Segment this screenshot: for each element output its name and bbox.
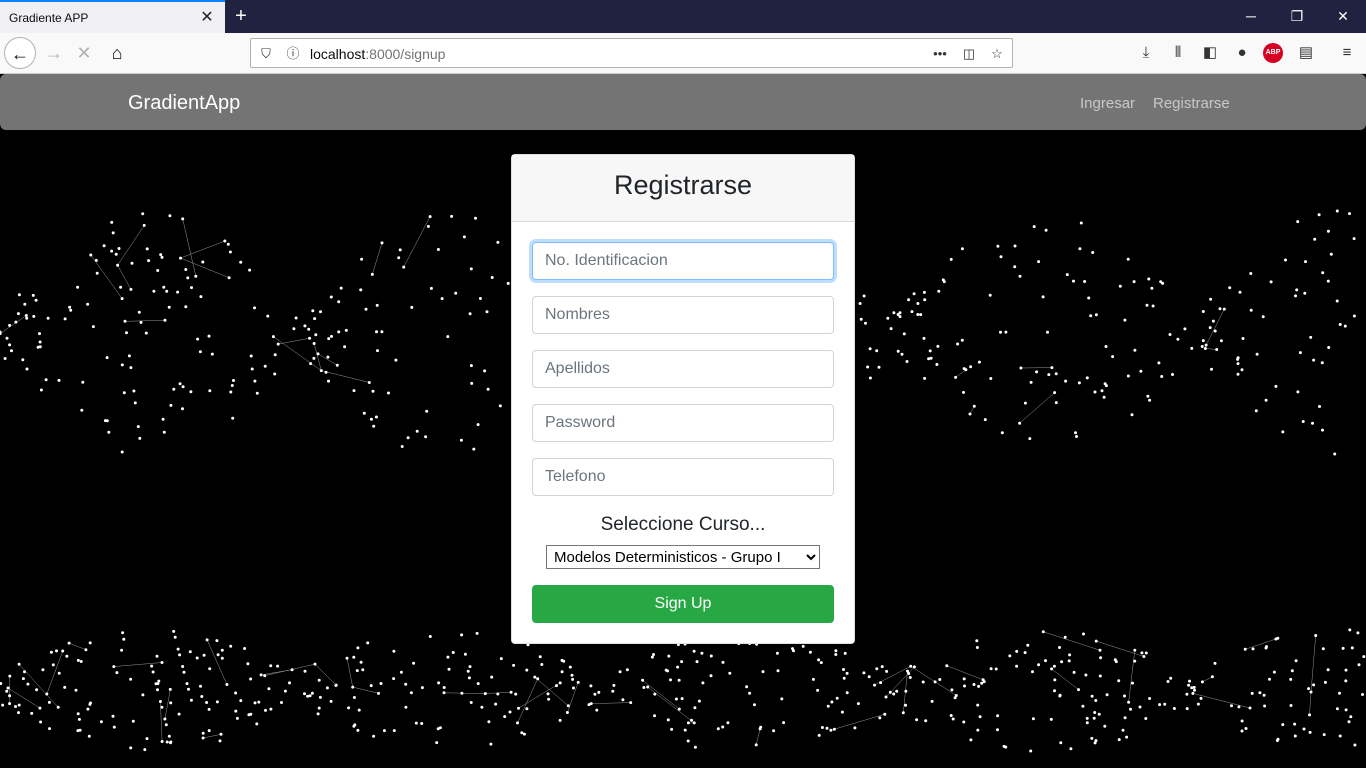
close-window-icon[interactable]: ✕ xyxy=(1320,0,1366,33)
url-text[interactable]: localhost:8000/signup xyxy=(310,46,445,62)
signup-card: Registrarse Seleccione Curso... Modelos … xyxy=(511,154,855,644)
stop-loading-icon[interactable]: ✕ xyxy=(68,37,100,69)
page-viewport: GradientApp Ingresar Registrarse Registr… xyxy=(0,74,1366,768)
page-actions-icon[interactable]: ••• xyxy=(931,45,949,63)
tracking-shield-icon[interactable]: ⛉ xyxy=(257,45,275,63)
browser-toolbar: ← → ✕ ⌂ ⛉ ⓘ localhost:8000/signup ••• ◫ … xyxy=(0,33,1366,74)
sidebar-icon[interactable]: ◧ xyxy=(1199,42,1221,64)
browser-tab[interactable]: Gradiente APP ✕ xyxy=(0,0,225,33)
new-tab-icon[interactable]: + xyxy=(230,4,252,28)
sign-up-button[interactable]: Sign Up xyxy=(532,585,834,623)
bookmark-star-icon[interactable]: ☆ xyxy=(988,45,1006,63)
menu-icon[interactable]: ≡ xyxy=(1336,42,1358,64)
url-bar[interactable]: ⛉ ⓘ localhost:8000/signup ••• ◫ ☆ xyxy=(250,38,1013,68)
library-icon[interactable]: ⫴ xyxy=(1167,42,1189,64)
restore-icon[interactable]: ❐ xyxy=(1274,0,1320,33)
course-select-label: Seleccione Curso... xyxy=(600,514,766,535)
names-input[interactable] xyxy=(532,296,834,334)
phone-input[interactable] xyxy=(532,458,834,496)
brand-link[interactable]: GradientApp xyxy=(128,92,240,115)
nav-link-registrarse[interactable]: Registrarse xyxy=(1153,95,1230,112)
back-icon[interactable]: ← xyxy=(4,37,36,69)
identification-input[interactable] xyxy=(532,242,834,280)
account-icon[interactable]: ● xyxy=(1231,42,1253,64)
adblock-icon[interactable]: ABP xyxy=(1263,43,1283,63)
minimize-icon[interactable]: ─ xyxy=(1228,0,1274,33)
pocket-icon[interactable]: ◫ xyxy=(960,45,978,63)
app-navbar: GradientApp Ingresar Registrarse xyxy=(0,74,1366,130)
browser-title-bar: Gradiente APP ✕ + ─ ❐ ✕ xyxy=(0,0,1366,33)
tab-close-icon[interactable]: ✕ xyxy=(198,8,216,28)
card-header: Registrarse xyxy=(512,155,854,222)
forward-icon[interactable]: → xyxy=(38,37,70,69)
home-icon[interactable]: ⌂ xyxy=(101,37,133,69)
password-input[interactable] xyxy=(532,404,834,442)
downloads-icon[interactable]: ⤓ xyxy=(1135,42,1157,64)
page-title: Registrarse xyxy=(613,170,753,200)
tab-title: Gradiente APP xyxy=(9,11,89,25)
nav-link-ingresar[interactable]: Ingresar xyxy=(1080,95,1135,112)
extension-page-icon[interactable]: ▤ xyxy=(1295,42,1317,64)
site-info-icon[interactable]: ⓘ xyxy=(284,45,302,63)
surnames-input[interactable] xyxy=(532,350,834,388)
course-select[interactable]: Modelos Deterministicos - Grupo I xyxy=(546,545,820,569)
